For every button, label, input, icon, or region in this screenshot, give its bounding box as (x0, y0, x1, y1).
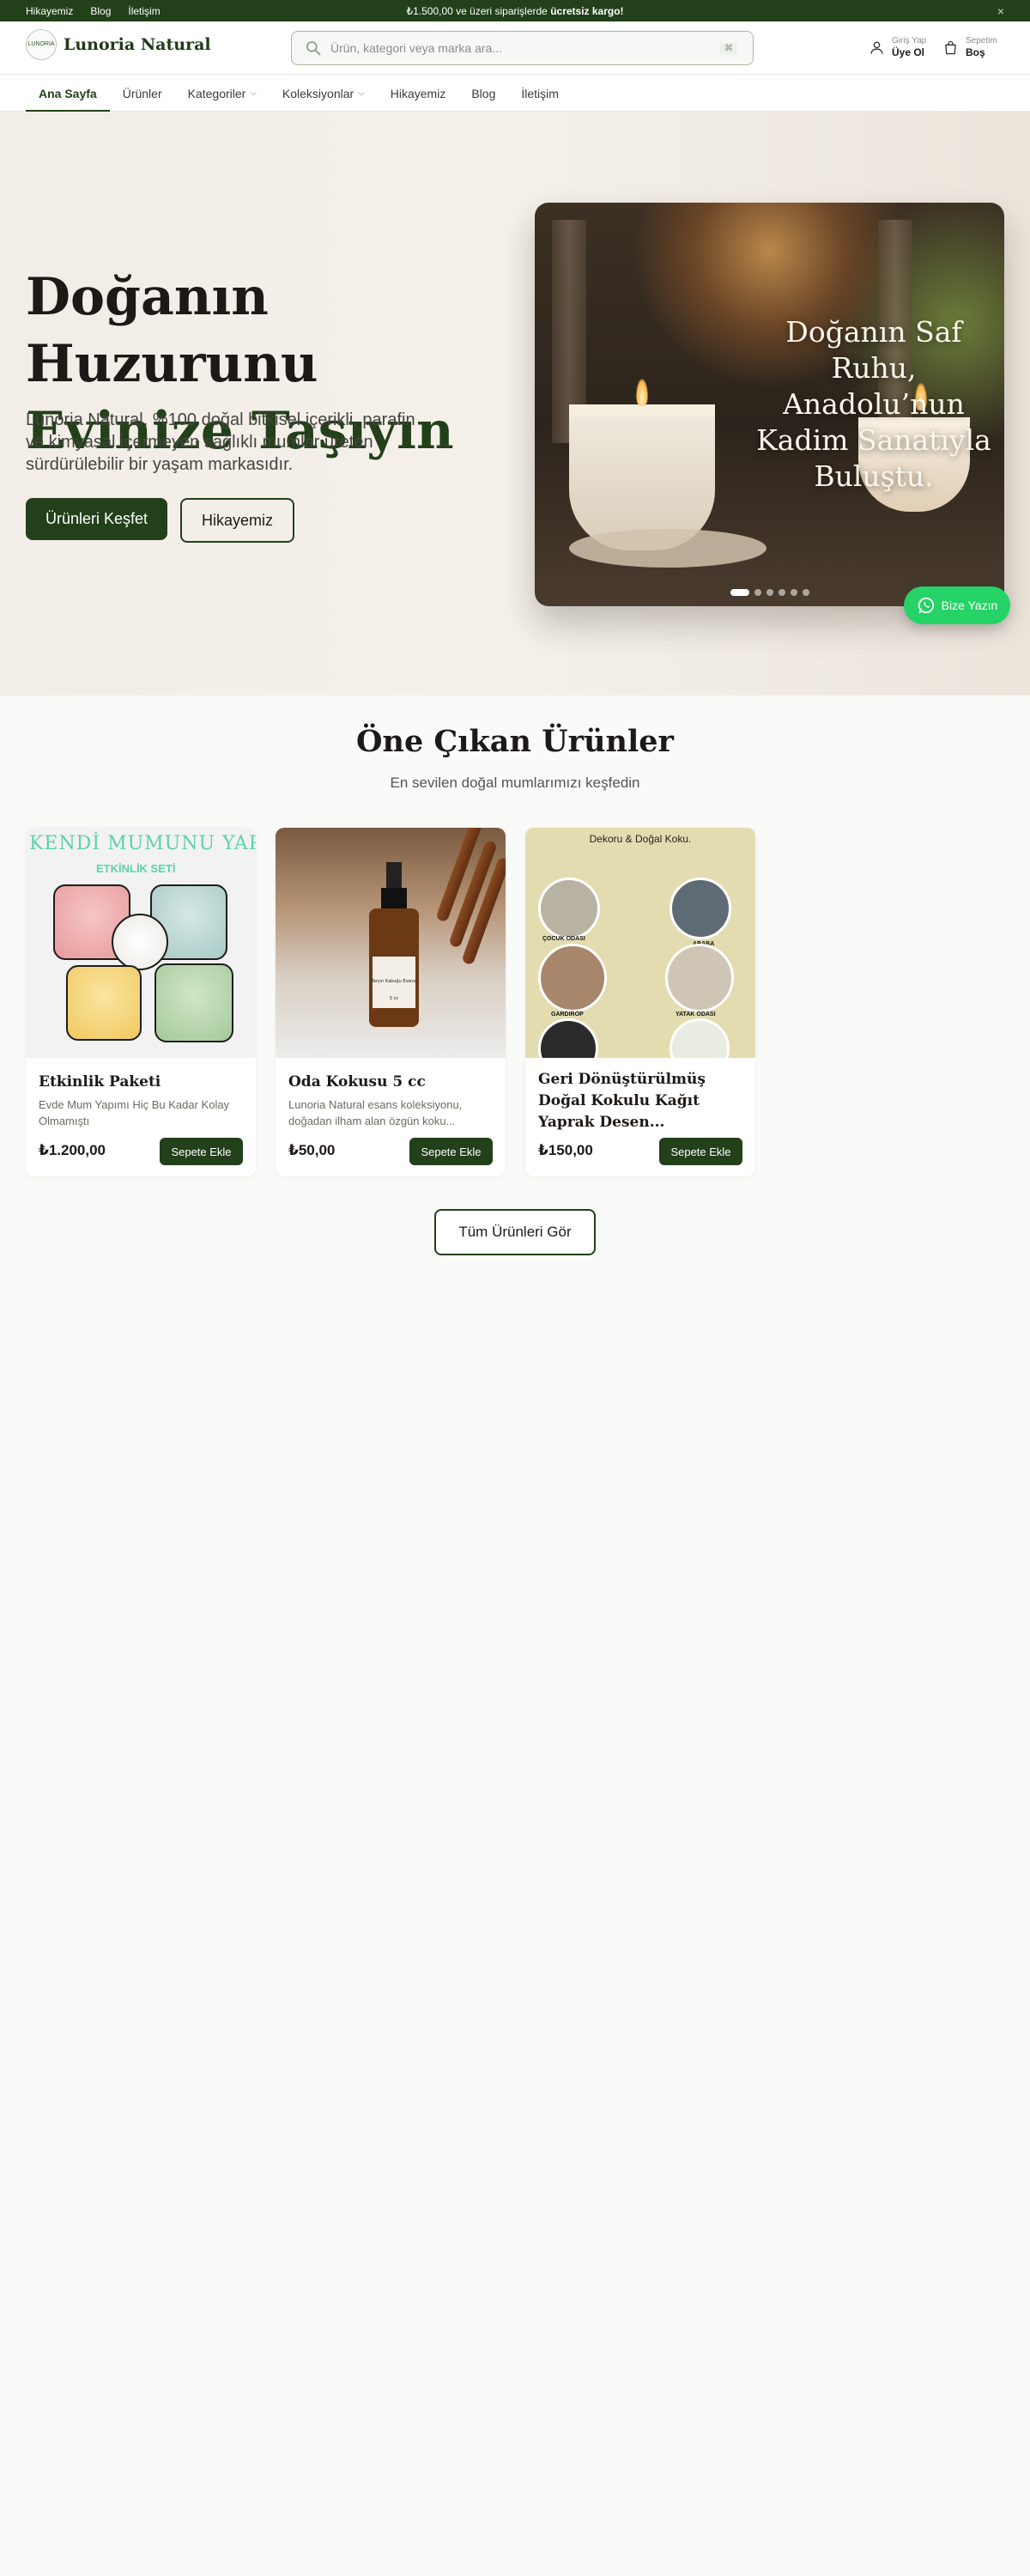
slide-caption: Doğanın Saf Ruhu, Anadolu’nun Kadim Sana… (756, 315, 991, 493)
cart-button[interactable]: Sepetim Boş (942, 36, 997, 58)
add-to-cart-button[interactable]: Sepete Ekle (160, 1138, 243, 1165)
slide-plate-image (569, 529, 766, 568)
product-price: ₺1.200,00 (39, 1142, 106, 1158)
product-card[interactable]: KENDİ MUMUNU YAP ETKİNLİK SETİ Etkinlik … (26, 828, 256, 1176)
logo-icon: LUNORIA (26, 29, 57, 60)
room-photo-image (670, 1018, 730, 1058)
close-icon[interactable]: × (997, 4, 1004, 18)
nav-item-home[interactable]: Ana Sayfa (26, 75, 110, 112)
search-shortcut-badge: ⌘ (720, 42, 737, 54)
product-price: ₺50,00 (288, 1142, 336, 1158)
product-card[interactable]: Dekoru & Doğal Koku. ÇOCUK ODASI ARABA G… (525, 828, 755, 1176)
topbar-links: Hikayemiz Blog İletişim (26, 5, 161, 17)
hero-section: Doğanın Huzurunu Evinize Taşıyın Lunoria… (0, 112, 1030, 696)
logo[interactable]: LUNORIA Lunoria Natural (26, 29, 211, 60)
nav-item-contact[interactable]: İletişim (508, 75, 572, 112)
slider-dot[interactable] (766, 589, 773, 596)
room-photo-image (538, 1018, 598, 1058)
add-to-cart-button[interactable]: Sepete Ekle (409, 1138, 493, 1165)
nav-label: Koleksiyonlar (282, 86, 354, 100)
topbar-link-story[interactable]: Hikayemiz (26, 5, 73, 17)
candle-cup-image (154, 963, 233, 1042)
chevron-down-icon: ⌵ (358, 88, 365, 98)
image-sub-text: ETKİNLİK SETİ (96, 862, 176, 875)
site-header: LUNORIA Lunoria Natural ⌘ Giriş Yap Üye … (0, 21, 1030, 75)
nav-label: Hikayemiz (390, 86, 446, 100)
add-to-cart-button[interactable]: Sepete Ekle (659, 1138, 742, 1165)
product-price: ₺150,00 (538, 1142, 593, 1158)
nav-item-products[interactable]: Ürünler (110, 75, 175, 112)
brand-name: Lunoria Natural (64, 35, 211, 54)
slider-dot[interactable] (754, 589, 761, 596)
featured-subtitle: En sevilen doğal mumlarımızı keşfedin (390, 775, 640, 791)
nav-label: Kategoriler (187, 86, 246, 100)
promo-text: ₺1.500,00 ve üzeri siparişlerde (406, 4, 548, 17)
image-banner-text: KENDİ MUMUNU YAP (29, 833, 256, 854)
hero-slider[interactable]: Doğanın Saf Ruhu, Anadolu’nun Kadim Sana… (535, 203, 1004, 606)
product-image[interactable]: Dekoru & Doğal Koku. ÇOCUK ODASI ARABA G… (525, 828, 755, 1058)
nav-item-blog[interactable]: Blog (458, 75, 508, 112)
room-photo-image (670, 878, 731, 939)
whatsapp-chat-button[interactable]: Bize Yazın (904, 586, 1010, 624)
product-name[interactable]: Oda Kokusu 5 cc (288, 1072, 494, 1093)
main-navigation: Ana Sayfa Ürünler Kategoriler ⌵ Koleksiyo… (0, 75, 1030, 112)
account-main-label: Üye Ol (892, 46, 925, 58)
our-story-button[interactable]: Hikayemiz (180, 498, 294, 543)
cart-status: Boş (966, 46, 985, 58)
account-button[interactable]: Giriş Yap Üye Ol (869, 36, 926, 58)
product-description: Evde Mum Yapımı Hiç Bu Kadar Kolay Olmam… (39, 1098, 230, 1127)
nav-label: Blog (471, 86, 496, 100)
product-image[interactable]: KENDİ MUMUNU YAP ETKİNLİK SETİ (26, 828, 256, 1058)
whatsapp-icon (918, 597, 934, 614)
hero-description: Lunoria Natural, %100 doğal bitkisel içe… (26, 410, 415, 474)
nav-label: Ana Sayfa (39, 86, 97, 100)
product-image[interactable]: Tarçın Kabuğu Esansı 5 cc (276, 828, 506, 1058)
product-name[interactable]: Geri Dönüştürülmüş Doğal Kokulu Kağıt Ya… (538, 1069, 744, 1133)
room-photo-image (665, 944, 734, 1012)
search-icon[interactable] (305, 39, 322, 57)
candle-flame-icon (636, 379, 648, 406)
nav-label: Ürünler (122, 86, 162, 100)
nav-item-collections[interactable]: Koleksiyonlar ⌵ (270, 75, 378, 112)
logo-mark-text: LUNORIA (27, 41, 55, 47)
room-label: ÇOCUK ODASI (542, 936, 585, 942)
slide-candle-image (569, 404, 715, 550)
search-input[interactable] (330, 41, 720, 55)
topbar-link-contact[interactable]: İletişim (128, 5, 160, 17)
search-bar: ⌘ (291, 31, 754, 65)
featured-title: Öne Çıkan Ürünler (356, 724, 674, 759)
slider-dot[interactable] (730, 589, 749, 596)
candle-cup-image (66, 965, 142, 1041)
explore-products-button[interactable]: Ürünleri Keşfet (26, 498, 167, 540)
account-small-label: Giriş Yap (892, 36, 927, 46)
slider-dot[interactable] (790, 589, 797, 596)
chevron-down-icon: ⌵ (250, 88, 257, 98)
hero-title-line1: Doğanın Huzurunu (26, 267, 318, 394)
product-description: Lunoria Natural esans koleksiyonu, doğad… (288, 1098, 463, 1127)
nav-item-story[interactable]: Hikayemiz (378, 75, 459, 112)
room-label: GARDIROP (551, 1012, 584, 1018)
bottle-label-text: Tarçın Kabuğu Esansı (371, 978, 417, 984)
nav-label: İletişim (521, 86, 559, 100)
view-all-products-button[interactable]: Tüm Ürünleri Gör (434, 1209, 596, 1255)
room-photo-image (538, 944, 607, 1012)
topbar-link-blog[interactable]: Blog (90, 5, 111, 17)
promo-highlight: ücretsiz kargo! (550, 4, 624, 17)
room-label: YATAK ODASI (676, 1012, 716, 1018)
essence-bottle-image: Tarçın Kabuğu Esansı 5 cc (369, 862, 419, 1027)
bottle-volume-text: 5 cc (390, 996, 399, 1001)
product-name[interactable]: Etkinlik Paketi (39, 1072, 245, 1093)
product-card[interactable]: Tarçın Kabuğu Esansı 5 cc Oda Kokusu 5 c… (276, 828, 506, 1176)
room-photo-image (538, 878, 600, 939)
whatsapp-label: Bize Yazın (941, 598, 998, 612)
candle-cup-image (112, 914, 168, 970)
image-head-text: Dekoru & Doğal Koku. (589, 833, 692, 845)
slider-dot[interactable] (778, 589, 785, 596)
slider-dot[interactable] (802, 589, 809, 596)
cart-small-label: Sepetim (966, 36, 997, 46)
nav-item-categories[interactable]: Kategoriler ⌵ (175, 75, 270, 112)
user-icon (870, 40, 883, 54)
announcement-bar: Hikayemiz Blog İletişim ₺1.500,00 ve üze… (0, 0, 1030, 21)
shopping-bag-icon (945, 40, 956, 54)
